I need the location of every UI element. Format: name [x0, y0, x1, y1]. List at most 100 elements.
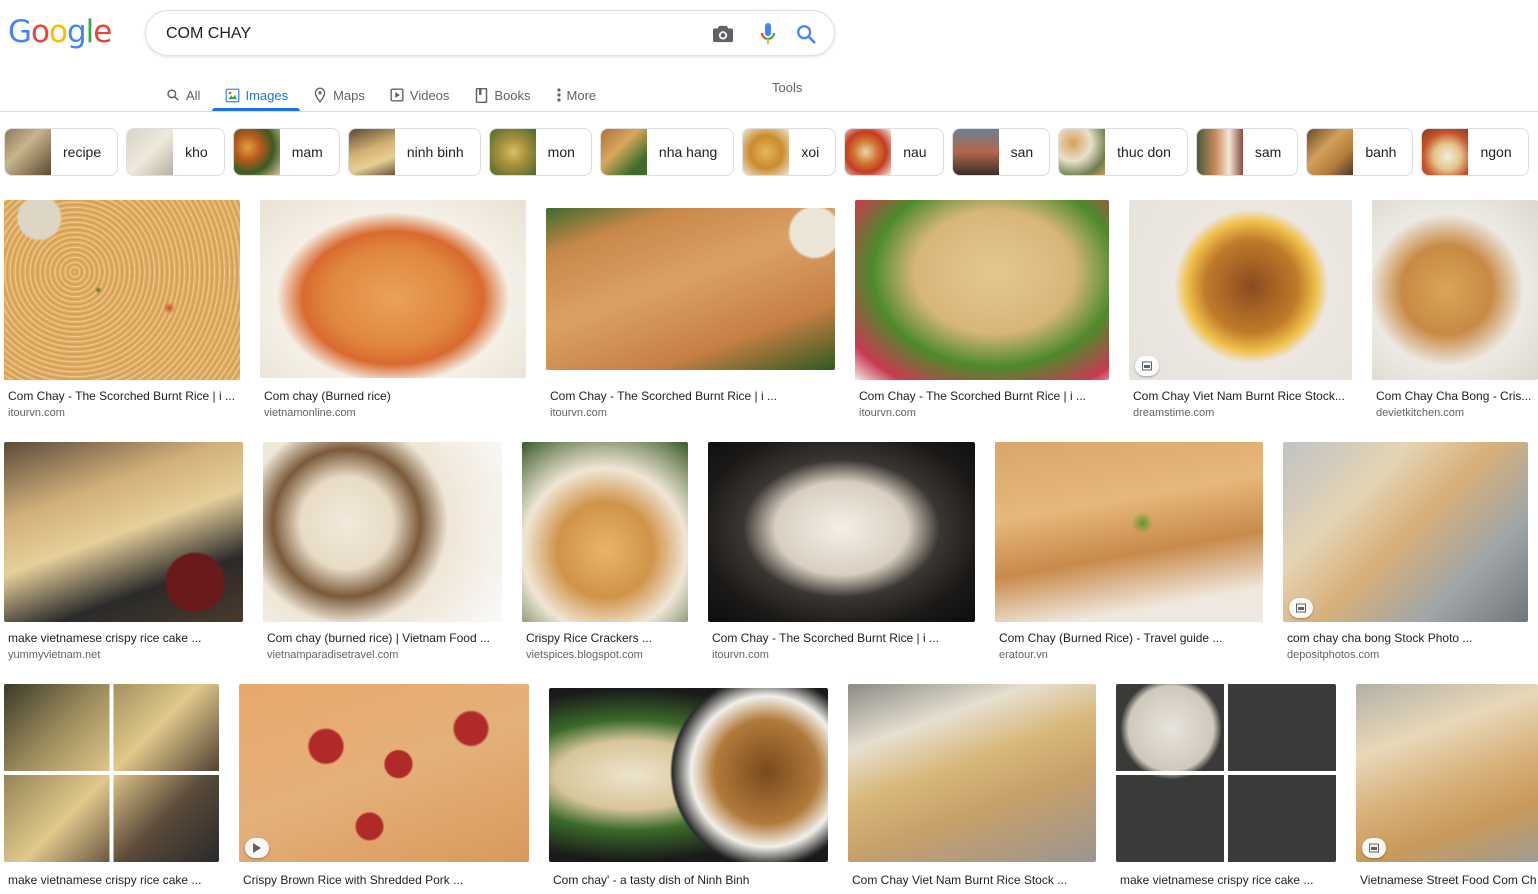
chip-xoi[interactable]: xoi	[742, 128, 837, 176]
chip-mam[interactable]: mam	[232, 128, 340, 176]
tab-videos[interactable]: Videos	[389, 78, 450, 110]
result-thumbnail	[239, 684, 529, 862]
chip-ninh-binh[interactable]: ninh binh	[347, 128, 481, 176]
result-title: Com Chay - The Scorched Burnt Rice | i .…	[550, 389, 777, 403]
tab-label: Videos	[409, 87, 450, 103]
image-result[interactable]: Com Chay Viet Nam Burnt Rice Stock ...	[848, 684, 1096, 894]
result-title: Crispy Brown Rice with Shredded Pork ...	[243, 873, 464, 887]
play-icon	[245, 838, 269, 858]
image-result[interactable]: Com chay (Burned rice) vietnamonline.com	[260, 200, 526, 420]
image-badge-icon	[1362, 838, 1386, 858]
chip-label: xoi	[801, 144, 820, 160]
tab-maps[interactable]: Maps	[312, 78, 365, 110]
tab-books[interactable]: Books	[473, 78, 531, 110]
chip-label: kho	[185, 144, 208, 160]
image-badge-icon	[1289, 598, 1313, 618]
result-thumbnail	[522, 442, 688, 622]
chip-thumbnail	[743, 129, 790, 175]
chip-label: mon	[547, 144, 575, 160]
result-source: yummyvietnam.net	[8, 649, 101, 661]
chip-nha-hang[interactable]: nha hang	[599, 128, 735, 176]
result-thumbnail	[4, 684, 219, 862]
chip-thuc-don[interactable]: thuc don	[1058, 128, 1188, 176]
result-title: Com chay (burned rice) | Vietnam Food ..…	[267, 631, 490, 645]
chip-label: banh	[1365, 144, 1397, 160]
chip-kho[interactable]: kho	[126, 128, 225, 176]
result-source: itourvn.com	[550, 407, 607, 419]
image-result[interactable]: Com Chay - The Scorched Burnt Rice | i .…	[855, 200, 1109, 420]
chip-nau[interactable]: nau	[844, 128, 944, 176]
map-pin-icon	[312, 87, 328, 103]
result-title: Com Chay Cha Bong - Cris...	[1376, 389, 1532, 403]
image-result[interactable]: make vietnamese crispy rice cake ... yum…	[4, 442, 243, 662]
result-source: vietnamparadisetravel.com	[267, 649, 399, 661]
search-input[interactable]	[166, 21, 686, 47]
chip-label: nau	[903, 144, 927, 160]
image-result[interactable]: Crispy Brown Rice with Shredded Pork ...	[239, 684, 529, 894]
chip-recipe[interactable]: recipe	[4, 128, 119, 176]
result-thumbnail	[995, 442, 1263, 622]
google-logo[interactable]: Google	[8, 14, 112, 50]
chip-thumbnail	[348, 129, 395, 175]
play-icon	[389, 87, 405, 103]
chip-thumbnail	[952, 129, 999, 175]
chip-san[interactable]: san	[951, 128, 1051, 176]
result-source: vietnamonline.com	[264, 407, 356, 419]
tools-button[interactable]: Tools	[772, 80, 802, 95]
chip-thumbnail	[5, 129, 51, 175]
tab-images[interactable]: Images	[212, 78, 300, 111]
camera-icon[interactable]	[711, 22, 735, 46]
search-icon[interactable]	[794, 22, 818, 46]
image-result[interactable]: Com chay' - a tasty dish of Ninh Binh	[549, 684, 828, 894]
chip-ngon[interactable]: ngon	[1421, 128, 1529, 176]
tab-all[interactable]: All	[165, 78, 200, 110]
result-title: Com chay (Burned rice)	[264, 389, 391, 403]
microphone-icon[interactable]	[756, 22, 780, 46]
chip-banh[interactable]: banh	[1306, 128, 1414, 176]
image-result[interactable]: Com Chay - The Scorched Burnt Rice | i .…	[4, 200, 240, 420]
chip-thumbnail	[233, 129, 280, 175]
image-result[interactable]: Com Chay - The Scorched Burnt Rice | i .…	[546, 200, 835, 420]
chip-label: mam	[291, 144, 323, 160]
image-result[interactable]: com chay cha bong Stock Photo ... deposi…	[1283, 442, 1528, 662]
chip-thumbnail	[845, 129, 892, 175]
chip-thumbnail	[1422, 129, 1469, 175]
image-result[interactable]: Crispy Rice Crackers ... vietspices.blog…	[522, 442, 688, 662]
result-thumbnail	[1129, 200, 1352, 380]
result-title: com chay cha bong Stock Photo ...	[1287, 631, 1473, 645]
chip-sam[interactable]: sam	[1195, 128, 1299, 176]
result-thumbnail	[260, 200, 526, 378]
book-icon	[473, 87, 489, 103]
image-result[interactable]: Com chay (burned rice) | Vietnam Food ..…	[263, 442, 502, 662]
image-result[interactable]: Com Chay Viet Nam Burnt Rice Stock... dr…	[1129, 200, 1352, 420]
chip-mon[interactable]: mon	[488, 128, 592, 176]
chip-thumbnail	[1059, 129, 1106, 175]
result-thumbnail	[1372, 200, 1538, 380]
image-result[interactable]: Com Chay - The Scorched Burnt Rice | i .…	[708, 442, 975, 662]
result-title: make vietnamese crispy rice cake ...	[8, 873, 202, 887]
image-result[interactable]: make vietnamese crispy rice cake ...	[1116, 684, 1336, 894]
result-source: dreamstime.com	[1133, 407, 1215, 419]
result-source: itourvn.com	[8, 407, 65, 419]
related-chips: recipe kho mam ninh binh mon nha hang xo…	[4, 128, 1529, 176]
image-icon	[224, 87, 240, 103]
image-result[interactable]: Vietnamese Street Food Com Ch	[1356, 684, 1538, 894]
chip-thumbnail	[1196, 129, 1243, 175]
result-source: eratour.vn	[999, 649, 1048, 661]
image-result[interactable]: Com Chay Cha Bong - Cris... devietkitche…	[1372, 200, 1538, 420]
image-result[interactable]: Com Chay (Burned Rice) - Travel guide ..…	[995, 442, 1263, 662]
chip-thumbnail	[600, 129, 647, 175]
result-title: Com chay' - a tasty dish of Ninh Binh	[553, 873, 750, 887]
result-thumbnail	[4, 200, 240, 380]
tab-label: Maps	[333, 87, 365, 103]
result-source: itourvn.com	[712, 649, 769, 661]
result-title: Vietnamese Street Food Com Ch	[1360, 873, 1537, 887]
chip-thumbnail	[127, 129, 174, 175]
tab-more[interactable]: More	[555, 78, 596, 110]
result-title: Com Chay Viet Nam Burnt Rice Stock ...	[852, 873, 1068, 887]
result-title: Com Chay - The Scorched Burnt Rice | i .…	[859, 389, 1086, 403]
image-result[interactable]: make vietnamese crispy rice cake ...	[4, 684, 219, 894]
search-box[interactable]	[145, 10, 835, 56]
chip-label: thuc don	[1117, 144, 1171, 160]
result-source: devietkitchen.com	[1376, 407, 1465, 419]
